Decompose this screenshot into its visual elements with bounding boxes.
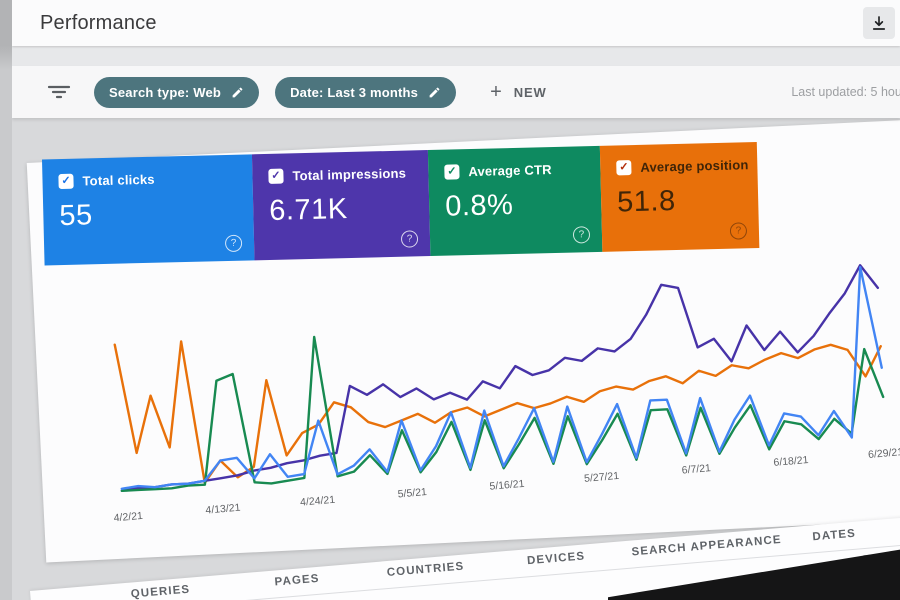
- metric-value: 6.71K: [268, 193, 348, 227]
- checkbox-icon[interactable]: ✓: [58, 173, 74, 190]
- total-impressions-card[interactable]: ✓ Total impressions 6.71K ?: [251, 150, 431, 261]
- total-clicks-card[interactable]: ✓ Total clicks 55 ?: [41, 154, 255, 266]
- search-type-chip[interactable]: Search type: Web: [94, 76, 260, 108]
- metric-value: 55: [58, 199, 94, 233]
- average-ctr-card[interactable]: ✓ Average CTR 0.8% ?: [427, 145, 603, 257]
- checkbox-icon[interactable]: ✓: [444, 164, 460, 180]
- page-title: Performance: [40, 12, 157, 34]
- metric-label: Average CTR: [468, 162, 552, 180]
- plus-icon: +: [490, 81, 503, 103]
- series-clicks: [120, 265, 883, 490]
- x-axis-label: 6/7/21: [681, 462, 712, 477]
- metric-value: 0.8%: [444, 188, 514, 223]
- date-filter-chip[interactable]: Date: Last 3 months: [275, 76, 457, 108]
- x-axis-label: 5/27/21: [583, 469, 620, 485]
- performance-panel: ✓ Total clicks 55 ? ✓ Total impressions …: [0, 119, 900, 565]
- metric-label: Total impressions: [292, 165, 407, 184]
- tab-queries[interactable]: QUERIES: [130, 584, 190, 600]
- x-axis-label: 4/24/21: [299, 493, 336, 509]
- tab-search-appearance[interactable]: SEARCH APPEARANCE: [631, 534, 782, 559]
- help-icon[interactable]: ?: [400, 230, 419, 248]
- tab-countries[interactable]: COUNTRIES: [386, 561, 464, 579]
- check-mark: ✓: [619, 161, 629, 174]
- help-icon[interactable]: ?: [572, 226, 591, 244]
- edit-icon[interactable]: [428, 86, 441, 99]
- header-gap-band: [12, 46, 900, 66]
- x-axis-label: 6/18/21: [772, 454, 809, 469]
- help-icon[interactable]: ?: [224, 234, 243, 253]
- date-filter-chip-label: Date: Last 3 months: [290, 84, 419, 100]
- screen: Performance Search type: Web Date: Last …: [0, 0, 900, 600]
- tab-devices[interactable]: DEVICES: [527, 550, 586, 567]
- screen-left-edge: [0, 0, 12, 600]
- checkbox-icon[interactable]: ✓: [616, 160, 632, 176]
- filter-list-icon[interactable]: [46, 84, 72, 100]
- check-mark: ✓: [271, 169, 281, 182]
- metric-value: 51.8: [616, 185, 677, 219]
- checkbox-icon[interactable]: ✓: [268, 168, 284, 184]
- new-button-label: NEW: [513, 84, 547, 100]
- help-icon[interactable]: ?: [729, 222, 748, 240]
- search-type-chip-label: Search type: Web: [109, 84, 222, 100]
- edit-icon[interactable]: [231, 86, 244, 99]
- check-mark: ✓: [61, 174, 71, 188]
- app-header: Performance: [12, 0, 900, 46]
- x-axis-label: 4/13/21: [204, 501, 241, 517]
- x-axis-label: 6/29/21: [867, 446, 900, 461]
- average-position-card[interactable]: ✓ Average position 51.8 ?: [599, 142, 760, 252]
- x-axis-label: 5/16/21: [488, 477, 525, 493]
- check-mark: ✓: [447, 165, 457, 178]
- last-updated-text: Last updated: 5 hour: [791, 85, 900, 99]
- x-axis-label: 5/5/21: [397, 486, 428, 501]
- download-button[interactable]: [863, 7, 895, 39]
- tab-dates[interactable]: DATES: [812, 528, 856, 544]
- metric-label: Average position: [640, 157, 749, 175]
- download-icon: [872, 16, 886, 30]
- metric-label: Total clicks: [82, 171, 155, 189]
- filter-toolbar: Search type: Web Date: Last 3 months + N…: [12, 66, 900, 118]
- new-filter-button[interactable]: + NEW: [484, 81, 553, 103]
- tab-pages[interactable]: PAGES: [274, 573, 320, 589]
- x-axis-label: 4/2/21: [113, 509, 144, 525]
